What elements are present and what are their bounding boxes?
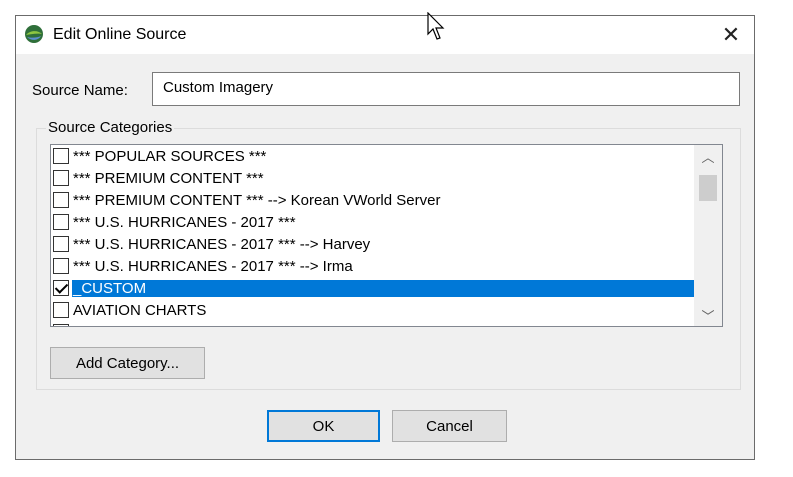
- category-label: *** PREMIUM CONTENT ***: [73, 169, 264, 187]
- category-label: *** U.S. HURRICANES - 2017 ***: [73, 213, 296, 231]
- category-list-item[interactable]: [51, 321, 694, 326]
- category-list-item[interactable]: *** PREMIUM CONTENT ***: [51, 167, 694, 189]
- category-checkbox[interactable]: [53, 324, 69, 326]
- scroll-up-icon[interactable]: ︿: [694, 145, 722, 167]
- category-label: *** U.S. HURRICANES - 2017 *** --> Irma: [73, 257, 353, 275]
- category-list-item[interactable]: *** U.S. HURRICANES - 2017 *** --> Harve…: [51, 233, 694, 255]
- close-button[interactable]: ✕: [708, 16, 754, 54]
- cancel-button[interactable]: Cancel: [392, 410, 507, 442]
- scroll-thumb[interactable]: [699, 175, 717, 201]
- title-bar: Edit Online Source ✕: [16, 16, 754, 54]
- category-list-item[interactable]: *** U.S. HURRICANES - 2017 *** --> Irma: [51, 255, 694, 277]
- ok-button[interactable]: OK: [267, 410, 380, 442]
- window-title: Edit Online Source: [53, 26, 187, 43]
- app-logo-icon: [25, 25, 43, 43]
- category-label: *** U.S. HURRICANES - 2017 *** --> Harve…: [73, 235, 371, 253]
- source-name-label: Source Name:: [32, 82, 128, 99]
- category-checkbox[interactable]: [53, 170, 69, 186]
- source-name-input[interactable]: Custom Imagery: [152, 72, 740, 106]
- category-checkbox[interactable]: [53, 258, 69, 274]
- category-list-item[interactable]: _CUSTOM: [51, 277, 694, 299]
- category-label: *** POPULAR SOURCES ***: [73, 147, 267, 165]
- category-label: _CUSTOM: [72, 279, 694, 297]
- categories-listbox[interactable]: *** POPULAR SOURCES *** *** PREMIUM CONTE…: [50, 144, 723, 327]
- categories-rows: *** POPULAR SOURCES *** *** PREMIUM CONTE…: [51, 145, 694, 326]
- category-label: AVIATION CHARTS: [73, 301, 207, 319]
- category-checkbox[interactable]: [53, 214, 69, 230]
- category-list-item[interactable]: *** POPULAR SOURCES ***: [51, 145, 694, 167]
- add-category-button[interactable]: Add Category...: [50, 347, 205, 379]
- category-checkbox[interactable]: [53, 148, 69, 164]
- category-checkbox[interactable]: [53, 192, 69, 208]
- mouse-cursor-icon: [427, 12, 445, 40]
- category-checkbox[interactable]: [53, 236, 69, 252]
- edit-online-source-dialog: Edit Online Source ✕ Source Name: Custom…: [15, 15, 755, 460]
- category-list-item[interactable]: *** U.S. HURRICANES - 2017 ***: [51, 211, 694, 233]
- category-label: *** PREMIUM CONTENT *** --> Korean VWorl…: [73, 191, 441, 209]
- scroll-down-icon[interactable]: ﹀: [694, 304, 722, 326]
- category-checkbox[interactable]: [53, 280, 69, 296]
- close-icon: ✕: [721, 22, 741, 47]
- category-checkbox[interactable]: [53, 302, 69, 318]
- category-list-item[interactable]: AVIATION CHARTS: [51, 299, 694, 321]
- vertical-scrollbar[interactable]: ︿ ﹀: [694, 145, 722, 326]
- source-categories-label: Source Categories: [46, 119, 175, 136]
- category-list-item[interactable]: *** PREMIUM CONTENT *** --> Korean VWorl…: [51, 189, 694, 211]
